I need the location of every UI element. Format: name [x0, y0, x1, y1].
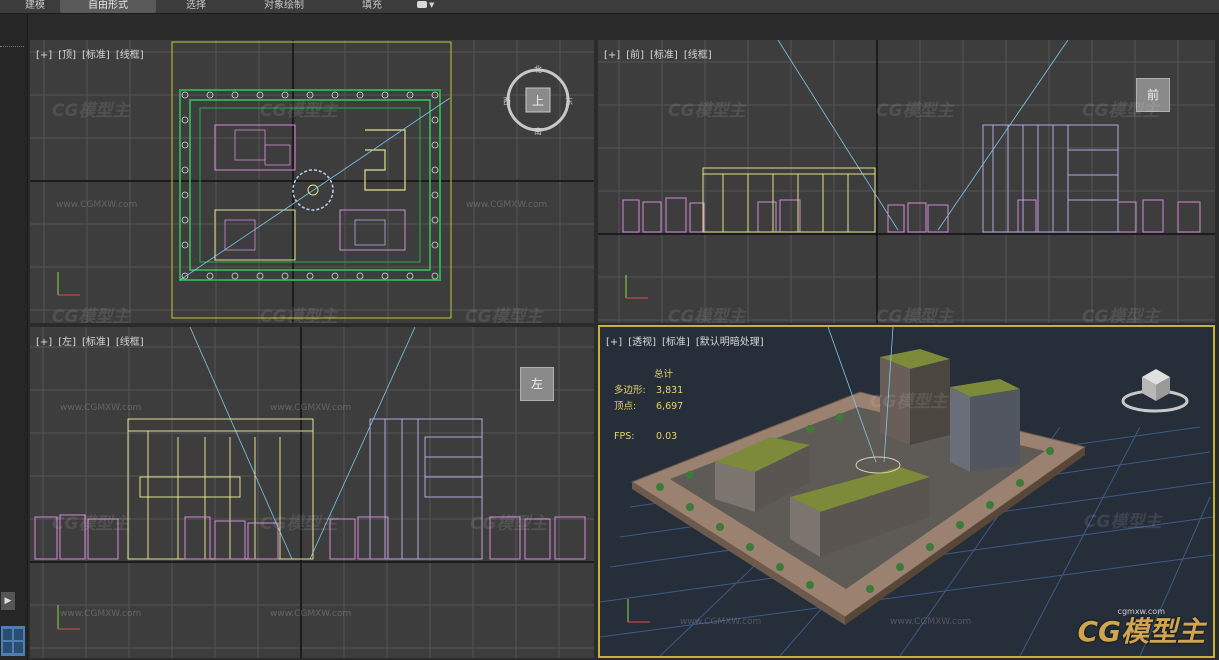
watermark-logo: CG模型主: [470, 514, 548, 534]
polys-label: 多边形:: [614, 385, 646, 396]
viewport-stats: 总计 多边形: 3,831 顶点: 6,697 FPS: 0.03: [614, 367, 683, 445]
viewport-perspective-label[interactable]: [+] [透视] [标准] [默认明暗处理]: [606, 333, 770, 348]
viewport-front-label[interactable]: [+] [前] [标准] [线框]: [604, 46, 718, 61]
verts-value: 6,697: [656, 401, 684, 412]
watermark-logo: CG模型主: [260, 101, 338, 121]
watermark-logo: CG模型主: [1082, 307, 1160, 323]
chevron-down-icon: ▼: [429, 1, 435, 9]
watermark-url: www.CGMXW.com: [60, 609, 142, 619]
watermark-url: www.CGMXW.com: [270, 403, 352, 413]
viewcube-top-face: 上: [532, 94, 544, 108]
compass-south: 南: [534, 126, 542, 136]
watermark-logo: CG模型主: [260, 307, 338, 323]
tab-freeform[interactable]: 自由形式: [60, 0, 156, 13]
compass-north: 北: [534, 65, 542, 74]
ribbon-tabs: 建模 自由形式 选择 对象绘制 填充 ▼: [0, 0, 1219, 14]
watermark-logo: CG模型主: [876, 101, 954, 121]
viewcube-compass-icon[interactable]: 上 北 南 东 西: [502, 64, 574, 136]
viewport-perspective[interactable]: [+] [透视] [标准] [默认明暗处理] 总计 多边形: 3,831 顶点: 6,69…: [598, 325, 1215, 658]
watermark-logo: CG模型主: [465, 307, 543, 323]
fps-value: 0.03: [656, 431, 678, 442]
corner-brand-logo: CG模型主: [1077, 615, 1205, 648]
viewport-layout-button[interactable]: [1, 626, 25, 656]
watermark-logo: CG模型主: [870, 392, 948, 412]
viewport-top-label[interactable]: [+] [顶] [标准] [线框]: [36, 46, 150, 61]
watermark-url: www.CGMXW.com: [56, 200, 138, 210]
polys-value: 3,831: [656, 385, 684, 396]
watermark-logo: CG模型主: [1084, 512, 1162, 532]
tab-object-paint[interactable]: 对象绘制: [240, 0, 328, 13]
viewcube-left-icon[interactable]: 左: [520, 367, 554, 401]
watermark-url: www.CGMXW.com: [680, 617, 762, 627]
left-panel: ▶: [0, 14, 28, 660]
watermark-url: www.CGMXW.com: [270, 609, 352, 619]
compass-east: 东: [565, 96, 573, 106]
ribbon-options-dropdown[interactable]: ▼: [415, 0, 439, 12]
tab-selection[interactable]: 选择: [160, 0, 232, 13]
compass-west: 西: [503, 97, 511, 106]
stats-header: 总计: [654, 369, 674, 380]
watermark-logo: CG模型主: [52, 101, 130, 121]
watermark-logo: CG模型主: [668, 307, 746, 323]
ribbon-options-icon: [417, 1, 427, 8]
watermark-logo: CG模型主: [52, 514, 130, 534]
watermark-url: www.CGMXW.com: [466, 200, 548, 210]
grid: [598, 40, 1215, 323]
watermark-logo: CG模型主: [52, 307, 130, 323]
watermark-logo: CG模型主: [876, 307, 954, 323]
watermark-url: www.CGMXW.com: [60, 403, 142, 413]
watermark-logo: CG模型主: [1082, 101, 1160, 121]
watermark-url: www.CGMXW.com: [890, 617, 972, 627]
panel-divider: [0, 46, 24, 51]
fps-label: FPS:: [614, 431, 635, 442]
verts-label: 顶点:: [614, 401, 637, 412]
watermark-logo: CG模型主: [668, 101, 746, 121]
tab-modeling[interactable]: 建模: [12, 0, 58, 13]
viewport-top[interactable]: [+] [顶] [标准] [线框] 上 北 南 东 西 CG模型主 CG模型主 CG模…: [30, 40, 594, 323]
viewport-left-label[interactable]: [+] [左] [标准] [线框]: [36, 333, 150, 348]
expand-arrow-icon[interactable]: ▶: [1, 592, 15, 610]
viewport-front[interactable]: [+] [前] [标准] [线框] 前 CG模型主 CG模型主 CG模型主 CG模型主…: [598, 40, 1215, 323]
tab-populate[interactable]: 填充: [340, 0, 404, 13]
viewport-left[interactable]: [+] [左] [标准] [线框] 左 www.CGMXW.com www.CGMXW…: [30, 327, 594, 658]
watermark-logo: CG模型主: [260, 514, 338, 534]
viewcube-perspective-icon[interactable]: [1120, 363, 1190, 415]
